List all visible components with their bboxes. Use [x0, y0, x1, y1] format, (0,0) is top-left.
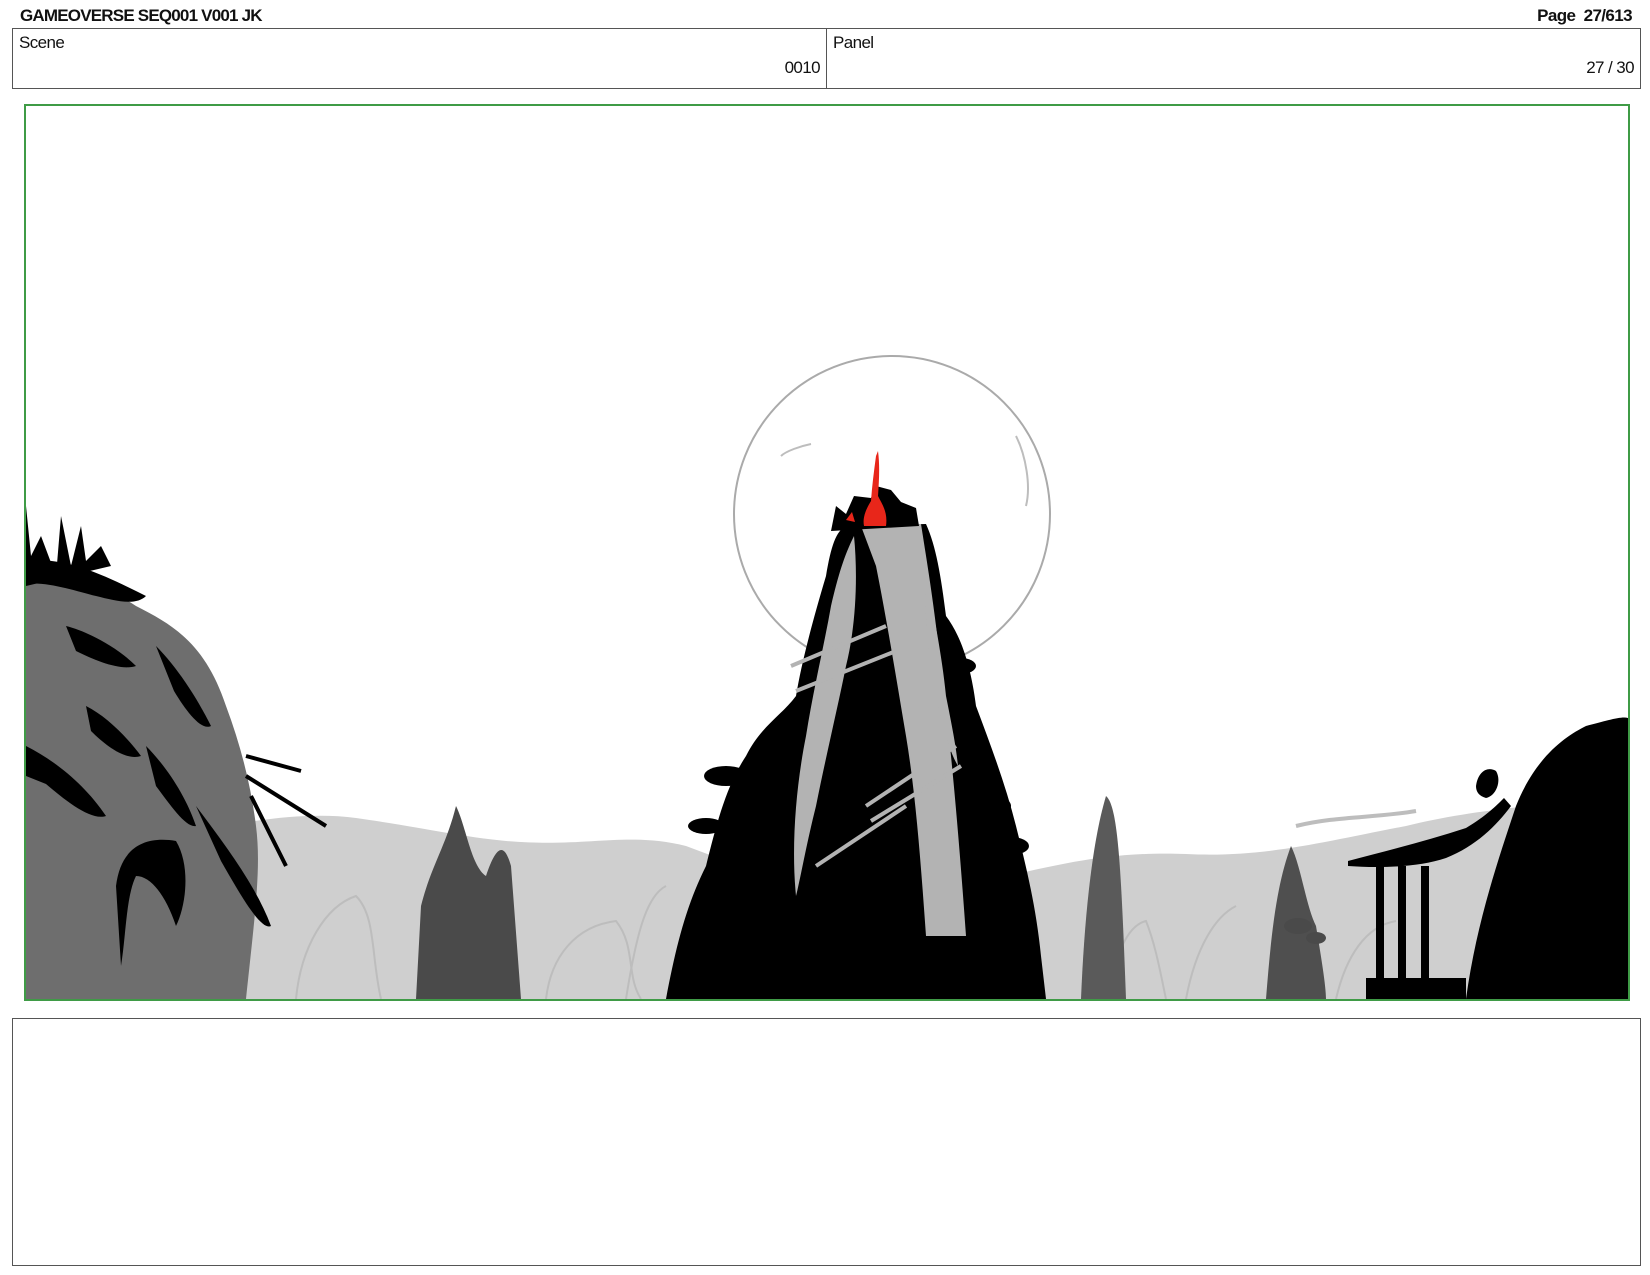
- pagoda-ornament: [1476, 769, 1499, 798]
- central-rock-tower: [666, 524, 1046, 999]
- panel-value: 27 / 30: [1586, 58, 1634, 77]
- notes-box: [12, 1018, 1641, 1266]
- storyboard-frame: [24, 104, 1630, 1001]
- header-title: GAMEOVERSE SEQ001 V001 JK: [20, 6, 263, 25]
- scene-cell: Scene 0010: [13, 29, 827, 88]
- panel-cell: Panel 27 / 30: [827, 29, 1640, 88]
- scene-label: Scene: [19, 33, 65, 52]
- header-page: Page 27/613: [1537, 6, 1632, 26]
- page-number: 27/613: [1583, 6, 1633, 25]
- storyboard-drawing: [26, 355, 1628, 999]
- scene-value: 0010: [784, 58, 821, 77]
- page-label: Page: [1537, 6, 1576, 25]
- scene-panel-info: Scene 0010 Panel 27 / 30: [12, 28, 1641, 89]
- panel-label: Panel: [833, 33, 874, 52]
